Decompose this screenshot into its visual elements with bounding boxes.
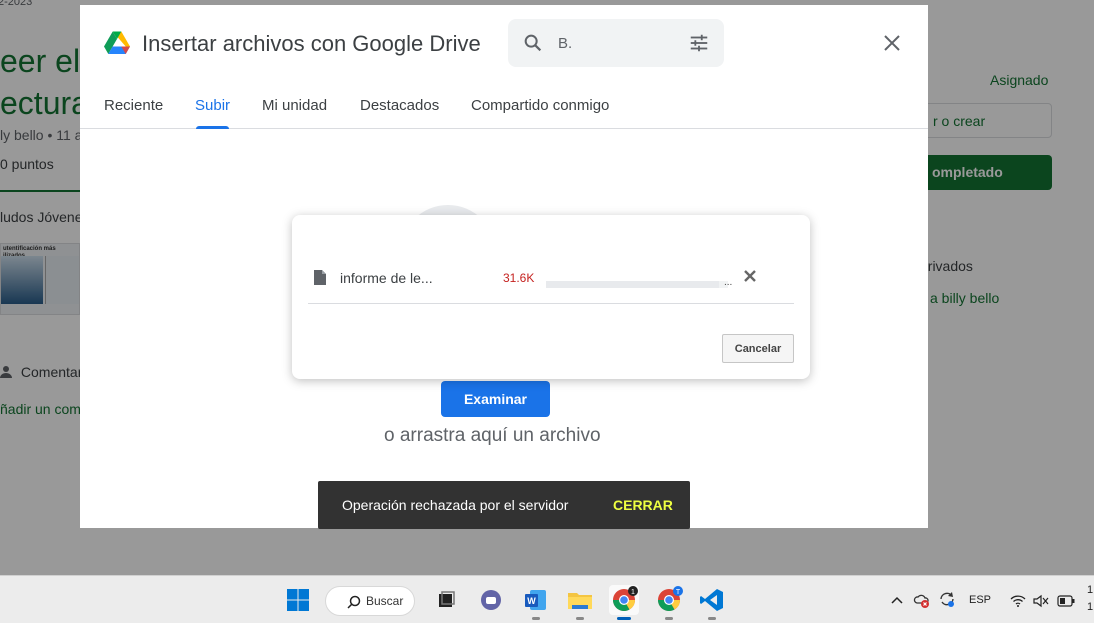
clock-date[interactable]: 1: [1087, 601, 1093, 613]
upload-progress-bar: [546, 281, 728, 288]
vscode-icon: [700, 589, 723, 611]
browse-button[interactable]: Examinar: [441, 381, 550, 417]
cloud-error-icon[interactable]: [913, 591, 931, 609]
snackbar-close-button[interactable]: CERRAR: [613, 497, 673, 513]
teams-chat-button[interactable]: [476, 585, 506, 615]
running-indicator: [708, 617, 716, 620]
error-snackbar: Operación rechazada por el servidor CERR…: [318, 481, 690, 529]
cancel-button[interactable]: Cancelar: [722, 334, 794, 363]
tab-upload[interactable]: Subir: [195, 97, 230, 114]
picker-tabs: Reciente Subir Mi unidad Destacados Comp…: [80, 87, 928, 129]
search-box[interactable]: [508, 19, 724, 67]
word-button[interactable]: W: [521, 585, 551, 620]
drag-drop-hint: o arrastra aquí un archivo: [384, 425, 601, 446]
running-indicator: [532, 617, 540, 620]
search-icon: [347, 595, 361, 609]
upload-file-size: 31.6K: [503, 271, 535, 285]
profile-badge: T: [676, 589, 681, 596]
snackbar-message: Operación rechazada por el servidor: [342, 497, 569, 513]
chat-icon: [481, 590, 501, 610]
chrome-profile-button[interactable]: T: [654, 585, 684, 620]
tab-shared-with-me[interactable]: Compartido conmigo: [471, 97, 609, 114]
search-icon[interactable]: [522, 32, 544, 54]
task-view-button[interactable]: [431, 585, 461, 615]
chevron-up-icon[interactable]: [890, 593, 904, 607]
tab-recent[interactable]: Reciente: [104, 97, 163, 114]
wifi-icon[interactable]: [1010, 594, 1026, 608]
upload-progress-fill: [546, 281, 719, 288]
sync-icon[interactable]: [938, 590, 956, 608]
tab-my-drive[interactable]: Mi unidad: [262, 97, 327, 114]
file-explorer-button[interactable]: [565, 585, 595, 620]
vscode-button[interactable]: [697, 585, 727, 620]
taskbar: Buscar W 1 T ESP 1 1: [0, 575, 1094, 623]
tab-starred[interactable]: Destacados: [360, 97, 439, 114]
active-indicator: [617, 617, 631, 620]
clock-time[interactable]: 1: [1087, 584, 1093, 596]
upload-file-name: informe de le...: [340, 270, 433, 286]
word-icon: W: [525, 590, 546, 610]
dialog-title: Insertar archivos con Google Drive: [142, 31, 481, 56]
chrome-icon: T: [658, 586, 683, 611]
task-view-icon: [439, 591, 455, 607]
search-options-icon[interactable]: [688, 32, 710, 54]
running-indicator: [576, 617, 584, 620]
taskbar-search[interactable]: Buscar: [325, 586, 415, 616]
taskbar-search-label: Buscar: [366, 594, 404, 608]
volume-muted-icon[interactable]: [1033, 594, 1049, 608]
active-tab-indicator: [196, 126, 229, 129]
cancel-upload-icon[interactable]: [743, 269, 757, 283]
windows-icon: [287, 589, 309, 611]
file-icon: [314, 270, 326, 285]
svg-text:W: W: [527, 596, 536, 606]
close-icon[interactable]: [880, 31, 904, 55]
chrome-icon: 1: [613, 586, 638, 611]
upload-progress-panel: informe de le... 31.6K ... Cancelar: [292, 215, 810, 379]
folder-icon: [568, 593, 592, 609]
divider: [308, 303, 794, 304]
progress-ellipsis: ...: [724, 277, 733, 288]
battery-icon[interactable]: [1057, 595, 1075, 607]
search-input[interactable]: [558, 33, 678, 53]
profile-badge: 1: [631, 589, 635, 596]
running-indicator: [665, 617, 673, 620]
start-button[interactable]: [283, 585, 313, 615]
language-indicator[interactable]: ESP: [969, 594, 991, 606]
chrome-button[interactable]: 1: [609, 585, 639, 620]
google-drive-icon: [104, 31, 130, 54]
